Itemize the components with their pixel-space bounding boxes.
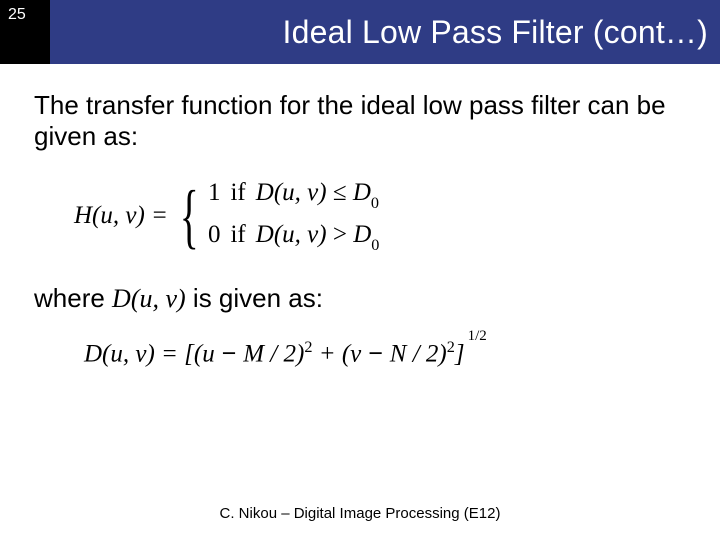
eq1-case-1: 1 if D(u, v) ≤ D0 — [206, 179, 379, 211]
bridge-pre: where — [34, 283, 112, 313]
eq2-lhs: D(u, v) = [(u — [84, 341, 215, 368]
eq2-sq2: 2 — [447, 338, 455, 356]
page-number: 25 — [8, 6, 26, 24]
case2-rhs-base: D — [353, 221, 371, 248]
slide-body: The transfer function for the ideal low … — [0, 64, 720, 369]
case1-cond-left: D(u, v) — [256, 179, 327, 206]
eq1-cases: 1 if D(u, v) ≤ D0 0 if D(u, v) > — [206, 179, 379, 253]
case1-if: if — [230, 179, 245, 207]
footer-credit: C. Nikou – Digital Image Processing (E12… — [0, 505, 720, 522]
case2-relation: > — [333, 221, 347, 248]
intro-paragraph: The transfer function for the ideal low … — [34, 90, 686, 151]
case2-if: if — [230, 221, 245, 249]
slide: 25 Ideal Low Pass Filter (cont…) The tra… — [0, 0, 720, 540]
eq2-outer-exponent: 1/2 — [468, 328, 487, 345]
eq2-plus: + (v — [312, 341, 361, 368]
case2-cond-left: D(u, v) — [256, 221, 327, 248]
case1-relation: ≤ — [333, 179, 347, 206]
eq2-minus2: − — [361, 340, 390, 368]
eq2-minus1: − — [215, 340, 244, 368]
case1-rhs-sub: 0 — [371, 194, 379, 212]
brace-icon: { — [180, 188, 199, 246]
case1-value: 1 — [206, 179, 220, 207]
eq2-close: ] — [455, 341, 465, 368]
case1-rhs-base: D — [353, 179, 371, 206]
eq2-mid2: N / 2) — [390, 341, 447, 368]
eq1-lhs: H(u, v) = — [74, 202, 168, 230]
case2-rhs-sub: 0 — [371, 236, 379, 254]
eq2-mid1: M / 2) — [243, 341, 304, 368]
page-number-box: 25 — [0, 0, 50, 64]
title-bar: 25 Ideal Low Pass Filter (cont…) — [0, 0, 720, 64]
bridge-post: is given as: — [186, 283, 323, 313]
eq1-case-2: 0 if D(u, v) > D0 — [206, 221, 379, 253]
slide-title: Ideal Low Pass Filter (cont…) — [50, 0, 720, 64]
equation-transfer-function: H(u, v) = { 1 if D(u, v) ≤ D0 0 if — [74, 179, 686, 253]
equation-distance: D(u, v) = [(u − M / 2)2 + (v − N / 2)2] … — [84, 338, 686, 368]
bridge-paragraph: where D(u, v) is given as: — [34, 283, 686, 314]
bridge-var: D(u, v) — [112, 284, 186, 313]
case2-value: 0 — [206, 221, 220, 249]
